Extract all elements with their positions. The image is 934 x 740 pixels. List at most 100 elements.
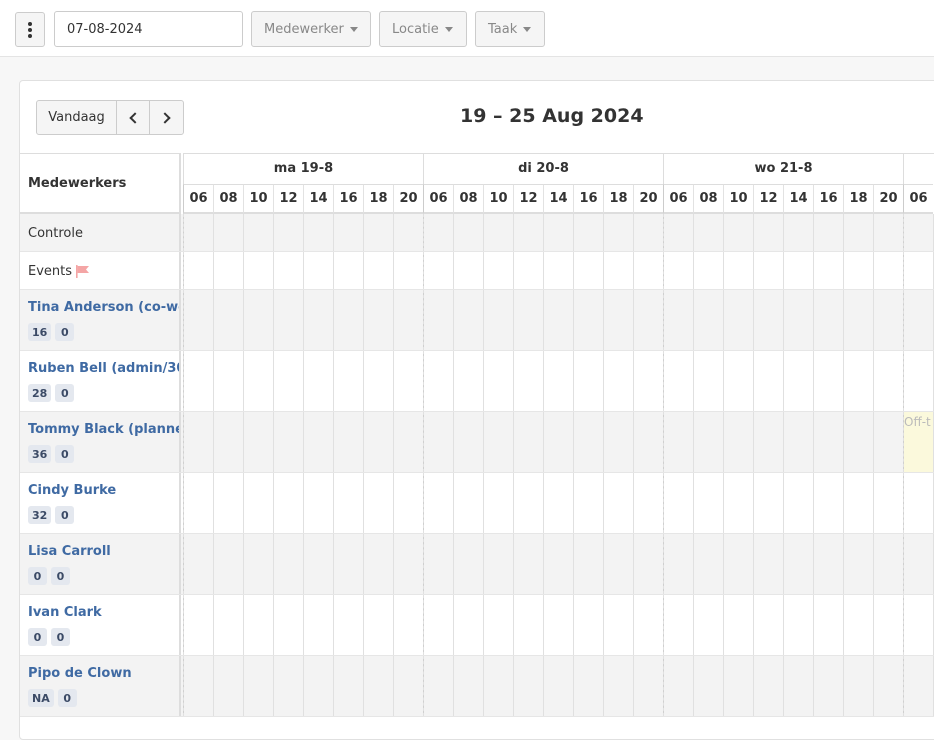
grid-line-dashed [393, 595, 394, 655]
grid-line-dashed [393, 473, 394, 533]
hour-header: 14 [303, 184, 333, 214]
previous-button[interactable] [117, 101, 150, 134]
next-button[interactable] [150, 101, 183, 134]
employee-row[interactable]: Lisa Carroll 0 0 [20, 534, 934, 595]
grid-line-dashed [183, 534, 184, 594]
hours-badge: 0 [57, 689, 77, 707]
date-input[interactable] [54, 11, 243, 47]
employee-row[interactable]: Ivan Clark 0 0 [20, 595, 934, 656]
today-button[interactable]: Vandaag [37, 101, 117, 134]
grid-line-dashed [843, 473, 844, 533]
grid-line-dashed [213, 351, 214, 411]
employee-name-link[interactable]: Cindy Burke [28, 483, 116, 498]
grid-line-dashed [603, 290, 604, 350]
flag-icon [76, 265, 90, 278]
grid-line-dashed [633, 412, 634, 472]
grid-line-dashed [633, 473, 634, 533]
off-time-block[interactable]: Off-t [904, 412, 934, 472]
grid-line-dashed [903, 252, 904, 289]
grid-line-dashed [693, 214, 694, 251]
employee-name-link[interactable]: Pipo de Clown [28, 666, 132, 681]
grid-line-dashed [393, 534, 394, 594]
filter-locatie-dropdown[interactable]: Locatie [379, 11, 467, 47]
day-header: di 20-8 [423, 153, 663, 184]
menu-button[interactable] [15, 12, 45, 47]
grid-line-dashed [213, 290, 214, 350]
grid-line-dashed [543, 595, 544, 655]
filter-label: Medewerker [264, 21, 344, 37]
grid-line-dashed [453, 351, 454, 411]
top-toolbar: Medewerker Locatie Taak [0, 0, 934, 57]
grid-line-dashed [603, 473, 604, 533]
grid-line-dashed [603, 534, 604, 594]
grid-line-dashed [273, 534, 274, 594]
grid-line-dashed [543, 534, 544, 594]
grid-line-dashed [693, 252, 694, 289]
grid-line-dashed [423, 595, 424, 655]
employee-row[interactable]: Ruben Bell (admin/30) 28 0 [20, 351, 934, 412]
day-header-partial [903, 153, 934, 184]
hour-header: 16 [573, 184, 603, 214]
employee-name-link[interactable]: Lisa Carroll [28, 544, 111, 559]
filter-medewerker-dropdown[interactable]: Medewerker [251, 11, 371, 47]
grid-line-dashed [843, 595, 844, 655]
hours-badge: 0 [28, 567, 47, 585]
resource-row[interactable]: Controle [20, 214, 934, 252]
grid-line-dashed [753, 290, 754, 350]
grid-line-dashed [903, 656, 904, 716]
grid-line-dashed [783, 595, 784, 655]
hours-badges: NA 0 [28, 689, 77, 707]
grid-line-dashed [813, 351, 814, 411]
grid-line-dashed [483, 412, 484, 472]
events-label: Events [28, 264, 90, 279]
employee-name-link[interactable]: Ivan Clark [28, 605, 102, 620]
grid-line-dashed [603, 595, 604, 655]
resource-row[interactable]: Events [20, 252, 934, 290]
filter-label: Locatie [392, 21, 439, 37]
row-label: Cindy Burke 32 0 [20, 473, 181, 533]
hour-header: 20 [393, 184, 423, 214]
grid-line-dashed [483, 214, 484, 251]
grid-line-dashed [873, 252, 874, 289]
grid-line-dashed [333, 412, 334, 472]
grid-line-dashed [183, 252, 184, 289]
grid-line-dashed [813, 534, 814, 594]
grid-line-dashed [453, 412, 454, 472]
grid-line-dashed [843, 656, 844, 716]
grid-line-dashed [633, 595, 634, 655]
employee-row[interactable]: Cindy Burke 32 0 [20, 473, 934, 534]
grid-line-dashed [513, 351, 514, 411]
grid-line-dashed [663, 252, 664, 289]
employee-row[interactable]: Tommy Black (planner 36 0 Off-t [20, 412, 934, 473]
row-label: Ivan Clark 0 0 [20, 595, 181, 655]
hour-header: 18 [843, 184, 873, 214]
grid-line-dashed [513, 412, 514, 472]
grid-line-dashed [603, 252, 604, 289]
grid-line-dashed [723, 351, 724, 411]
employee-name-link[interactable]: Tommy Black (planner [28, 422, 179, 437]
grid-line-dashed [633, 214, 634, 251]
hours-badges: 28 0 [28, 384, 75, 402]
hours-badge: 36 [28, 445, 52, 463]
grid-line-dashed [393, 214, 394, 251]
grid-line-dashed [903, 595, 904, 655]
grid-line-dashed [753, 214, 754, 251]
grid-line-dashed [273, 351, 274, 411]
grid-line-dashed [903, 534, 904, 594]
employee-row[interactable]: Tina Anderson (co-wor 16 0 [20, 290, 934, 351]
employee-name-link[interactable]: Tina Anderson (co-wor [28, 300, 179, 315]
caret-down-icon [523, 26, 532, 32]
hour-header: 06 [663, 184, 693, 214]
filter-taak-dropdown[interactable]: Taak [475, 11, 545, 47]
grid-line-dashed [333, 290, 334, 350]
grid-line-dashed [423, 473, 424, 533]
grid-line-dashed [573, 534, 574, 594]
hours-badges: 00 [28, 628, 70, 646]
grid-line-dashed [243, 351, 244, 411]
grid-line-dashed [183, 351, 184, 411]
chevron-right-icon [159, 111, 171, 124]
employee-name-link[interactable]: Ruben Bell (admin/30) [28, 361, 179, 376]
employee-row[interactable]: Pipo de Clown NA 0 [20, 656, 934, 717]
grid-line-dashed [693, 534, 694, 594]
hour-header: 08 [453, 184, 483, 214]
